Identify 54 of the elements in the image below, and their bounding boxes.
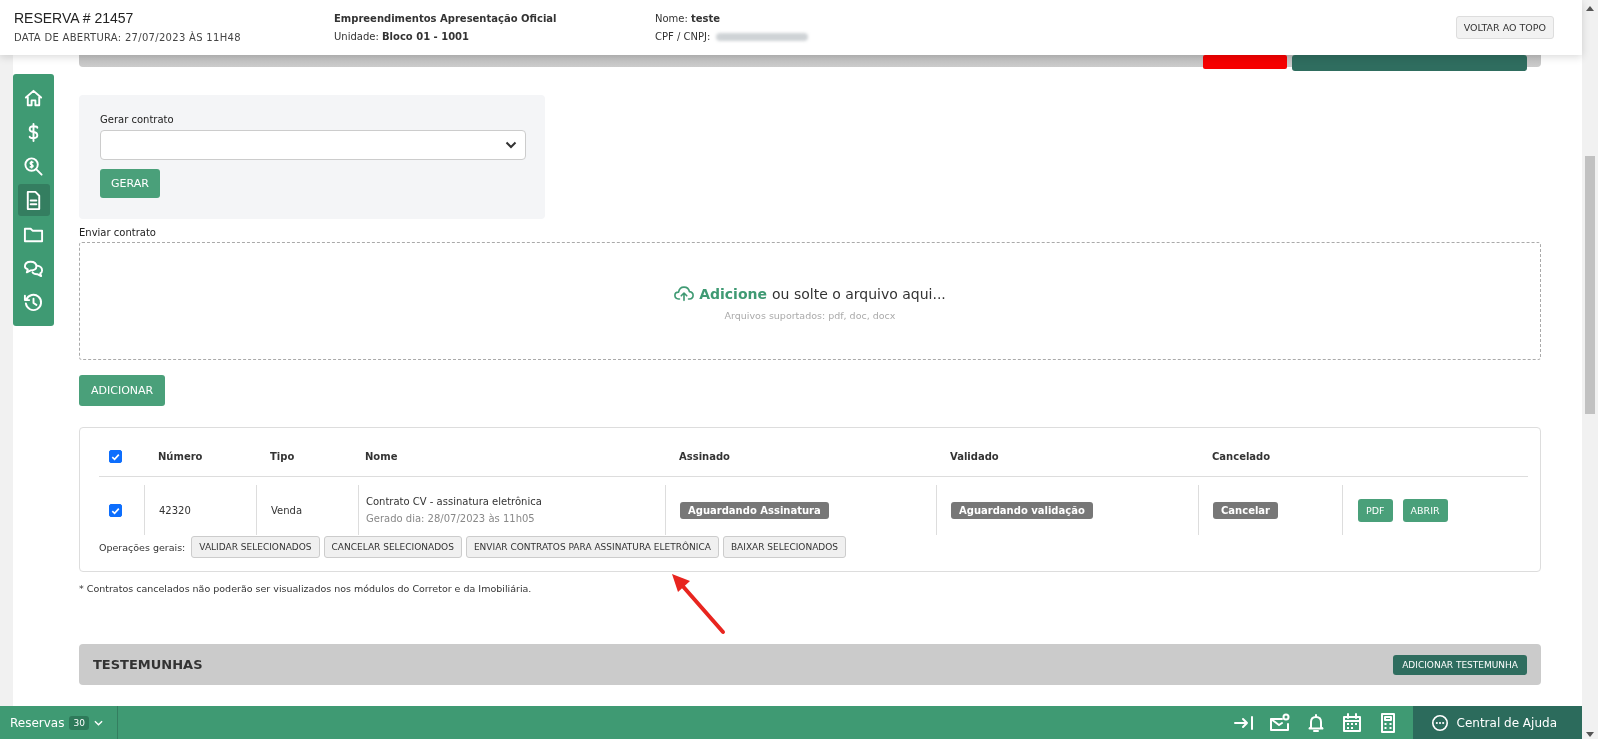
calendar-icon[interactable] xyxy=(1340,711,1363,734)
table-cell: Venda xyxy=(271,504,303,516)
history-icon[interactable] xyxy=(23,291,44,313)
cpf-label: CPF / CNPJ: xyxy=(655,30,711,43)
reservations-menu[interactable]: Reservas 30 xyxy=(0,706,118,739)
operation-button[interactable]: CANCELAR SELECIONADOS xyxy=(323,536,462,558)
status-badge: Aguardando Assinatura xyxy=(680,501,829,519)
home-icon[interactable] xyxy=(23,87,44,109)
column-header: Assinado xyxy=(679,450,730,462)
field-label: Gerar contrato xyxy=(100,114,174,125)
column-header: Cancelado xyxy=(1212,450,1271,462)
back-to-top-button[interactable]: VOLTAR AO TOPO xyxy=(1455,16,1554,39)
client-name: Nome: teste xyxy=(655,12,722,25)
drop-instruction: ou solte o arquivo aqui... xyxy=(772,285,946,302)
supported-formats: Arquivos suportados: pdf, doc, docx xyxy=(724,310,896,321)
checkbox[interactable] xyxy=(109,503,122,517)
table-cell: 42320 xyxy=(159,504,191,516)
reservation-title: RESERVA # 21457 xyxy=(14,10,135,26)
checkbox[interactable] xyxy=(109,449,122,463)
cancel-button[interactable]: Cancelar xyxy=(1213,501,1279,519)
operations-label: Operações gerais: xyxy=(99,541,186,553)
column-header: Tipo xyxy=(270,450,295,462)
help-center-button[interactable]: Central de Ajuda xyxy=(1412,706,1582,739)
search-icon[interactable] xyxy=(23,155,44,177)
operation-button[interactable]: ENVIAR CONTRATOS PARA ASSINATURA ELETRÔNICA xyxy=(465,536,719,558)
opening-date: DATA DE ABERTURA: 27/07/2023 ÀS 11H48 xyxy=(14,31,242,44)
annotation-arrow xyxy=(672,574,725,634)
status-badge: Aguardando validação xyxy=(951,501,1093,519)
count-badge: 30 xyxy=(69,715,89,730)
contract-name: Contrato CV - assinatura eletrônica xyxy=(366,496,542,507)
add-file-link[interactable]: Adicione xyxy=(699,285,767,302)
caret-icon xyxy=(93,719,103,726)
section-title: TESTEMUNHAS xyxy=(93,657,203,672)
scrollbar[interactable] xyxy=(1582,0,1598,739)
cloud-upload-icon xyxy=(674,285,695,302)
column-header: Número xyxy=(158,450,203,462)
mail-gear-icon[interactable] xyxy=(1268,711,1291,734)
footnote: * Contratos cancelados não poderão ser visualizados nos módulos do Corretor e da Imobiliária. xyxy=(79,583,532,594)
development-name: Empreendimentos Apresentação Oficial xyxy=(334,12,558,25)
chat-dots-icon xyxy=(1430,713,1449,732)
file-dropzone[interactable]: Adicione ou solte o arquivo aqui... Arquivos suportados: pdf, doc, docx xyxy=(79,242,1541,360)
operation-button[interactable]: BAIXAR SELECIONADOS xyxy=(722,536,847,558)
column-header: Nome xyxy=(365,450,398,462)
unit-text: Unidade: Bloco 01 - 1001 xyxy=(334,30,471,43)
open-button[interactable]: ABRIR xyxy=(1402,498,1448,522)
column-header: Validado xyxy=(950,450,999,462)
generate-button[interactable]: GERAR xyxy=(100,169,160,198)
field-label: Enviar contrato xyxy=(79,227,156,238)
add-witness-button[interactable]: ADICIONAR TESTEMUNHA xyxy=(1393,654,1527,675)
operation-button[interactable]: VALIDAR SELECIONADOS xyxy=(191,536,320,558)
chevron-down-icon xyxy=(505,141,517,149)
pdf-button[interactable]: PDF xyxy=(1358,498,1393,522)
generated-date: Gerado dia: 28/07/2023 às 11h05 xyxy=(366,513,535,524)
add-button[interactable]: ADICIONAR xyxy=(79,375,166,406)
